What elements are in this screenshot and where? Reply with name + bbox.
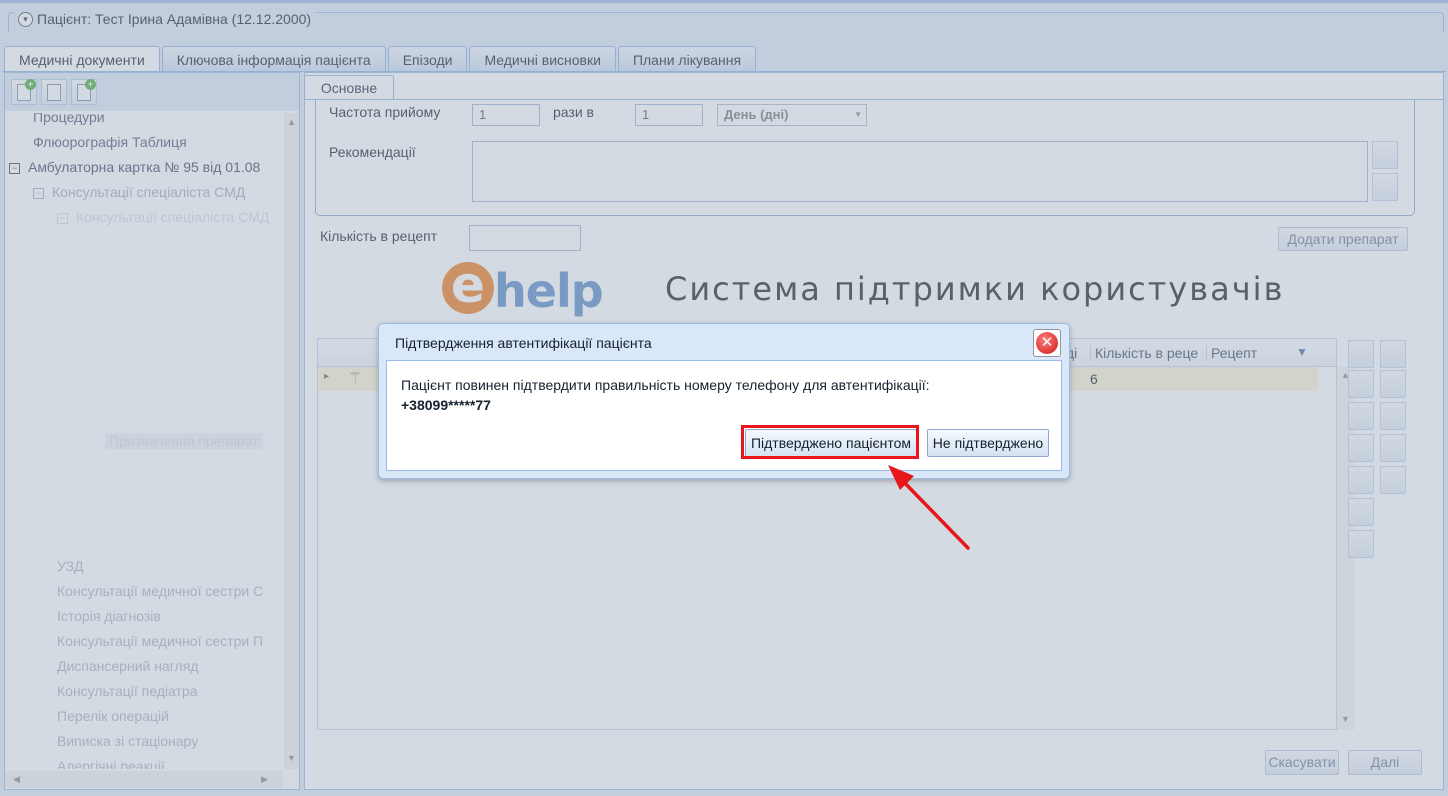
- annotation-arrow: [888, 465, 970, 550]
